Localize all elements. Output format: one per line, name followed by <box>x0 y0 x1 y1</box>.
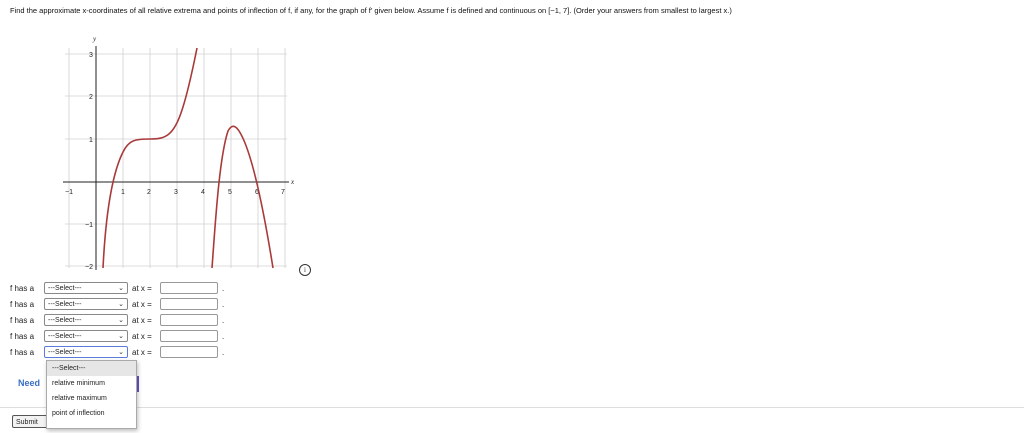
at-x-label: at x = <box>132 315 152 325</box>
graph-grid <box>65 48 287 268</box>
select-value: ---Select--- <box>48 333 82 340</box>
chevron-down-icon: ⌄ <box>118 317 124 324</box>
extrema-type-select[interactable]: ---Select--- ⌄ <box>44 282 128 294</box>
dropdown-option[interactable]: point of inflection <box>47 406 136 421</box>
x-answer-input[interactable] <box>160 282 218 294</box>
extrema-type-select[interactable]: ---Select--- ⌄ <box>44 314 128 326</box>
answer-row: f has a ---Select--- ⌄ at x = . <box>10 329 224 343</box>
at-x-label: at x = <box>132 347 152 357</box>
y-tick-label: −1 <box>85 222 93 229</box>
y-tick-label: 2 <box>89 94 93 101</box>
x-tick-label: 4 <box>201 189 205 196</box>
answer-row: f has a ---Select--- ⌄ at x = . <box>10 345 224 359</box>
x-tick-label: 5 <box>228 189 232 196</box>
row-suffix: . <box>222 347 225 357</box>
select-value: ---Select--- <box>48 301 82 308</box>
question-text: Find the approximate x-coordinates of al… <box>10 6 732 15</box>
x-answer-input[interactable] <box>160 330 218 342</box>
select-dropdown-menu: ---Select--- relative minimum relative m… <box>46 360 137 429</box>
dropdown-option[interactable]: relative minimum <box>47 376 136 391</box>
y-tick-label: 1 <box>89 137 93 144</box>
info-icon[interactable]: i <box>299 264 311 276</box>
y-axis-label: y <box>92 35 97 43</box>
select-value: ---Select--- <box>48 349 82 356</box>
extrema-type-select[interactable]: ---Select--- ⌄ <box>44 346 128 358</box>
dropdown-option[interactable]: relative maximum <box>47 391 136 406</box>
chevron-down-icon: ⌄ <box>118 285 124 292</box>
y-tick-label: −2 <box>85 264 93 271</box>
x-tick-label: 3 <box>174 189 178 196</box>
x-axis-label: x <box>290 178 295 186</box>
x-tick-label: 1 <box>121 189 125 196</box>
row-suffix: . <box>222 299 225 309</box>
answer-row: f has a ---Select--- ⌄ at x = . <box>10 297 224 311</box>
answer-row: f has a ---Select--- ⌄ at x = . <box>10 281 224 295</box>
select-value: ---Select--- <box>48 285 82 292</box>
row-suffix: . <box>222 315 225 325</box>
answer-row: f has a ---Select--- ⌄ at x = . <box>10 313 224 327</box>
chevron-down-icon: ⌄ <box>118 301 124 308</box>
x-tick-label: 2 <box>147 189 151 196</box>
x-answer-input[interactable] <box>160 346 218 358</box>
need-help-label: Need <box>18 378 41 388</box>
row-prefix: f has a <box>10 315 35 325</box>
derivative-curve-right <box>211 125 274 269</box>
at-x-label: at x = <box>132 299 152 309</box>
chevron-down-icon: ⌄ <box>118 349 124 356</box>
graph-axes <box>63 46 289 270</box>
chevron-down-icon: ⌄ <box>118 333 124 340</box>
row-prefix: f has a <box>10 283 35 293</box>
derivative-graph: −1 1 2 3 4 5 6 7 3 2 1 −1 −2 x y <box>63 35 295 271</box>
row-suffix: . <box>222 283 225 293</box>
x-answer-input[interactable] <box>160 298 218 310</box>
extrema-type-select[interactable]: ---Select--- ⌄ <box>44 330 128 342</box>
extrema-type-select[interactable]: ---Select--- ⌄ <box>44 298 128 310</box>
divider <box>0 407 1024 408</box>
row-prefix: f has a <box>10 299 35 309</box>
row-suffix: . <box>222 331 225 341</box>
dropdown-option[interactable]: ---Select--- <box>47 361 136 376</box>
select-value: ---Select--- <box>48 317 82 324</box>
at-x-label: at x = <box>132 283 152 293</box>
x-tick-label: 7 <box>281 189 285 196</box>
row-prefix: f has a <box>10 331 35 341</box>
y-tick-label: 3 <box>89 52 93 59</box>
row-prefix: f has a <box>10 347 35 357</box>
x-tick-label: −1 <box>65 189 73 196</box>
at-x-label: at x = <box>132 331 152 341</box>
x-answer-input[interactable] <box>160 314 218 326</box>
